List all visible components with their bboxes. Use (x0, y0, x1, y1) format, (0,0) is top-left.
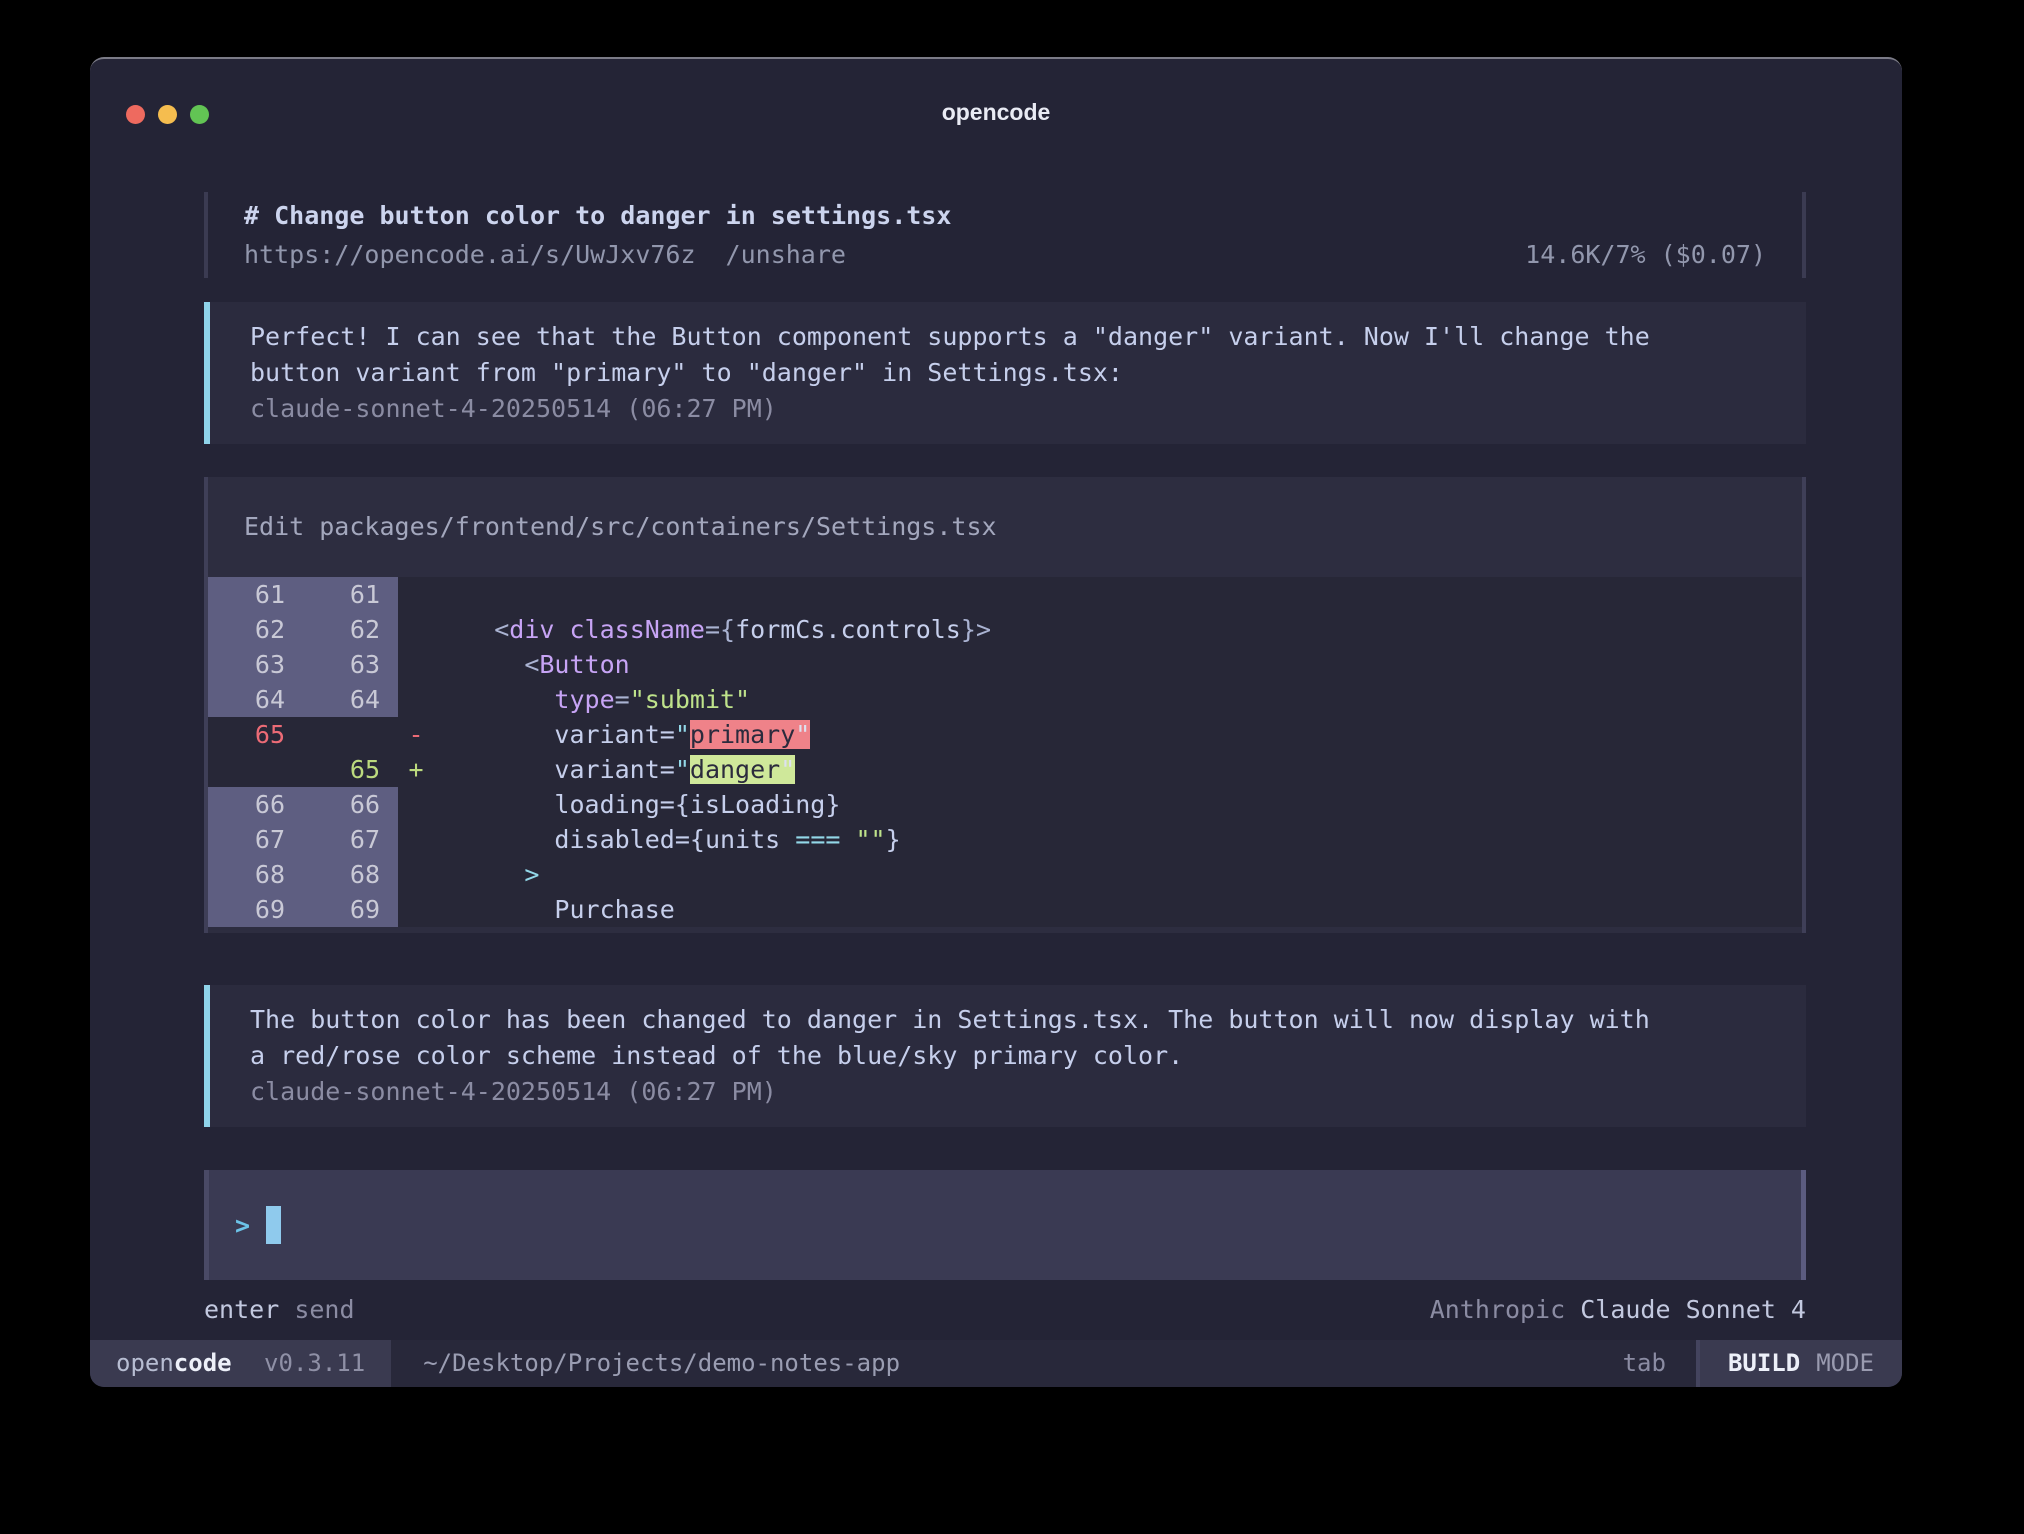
line-number-old: 69 (208, 892, 303, 927)
line-number-new: 62 (303, 612, 398, 647)
diff-gutter: 65 (208, 752, 398, 787)
prompt-symbol: > (235, 1211, 250, 1240)
diff-code-line: <div className={formCs.controls}> (434, 612, 1802, 647)
line-number-old: 68 (208, 857, 303, 892)
tab-key-hint: tab (1623, 1340, 1666, 1387)
line-number-new: 68 (303, 857, 398, 892)
diff-code-line: variant="primary" (434, 717, 1802, 752)
line-number-new: 65 (303, 752, 398, 787)
line-number-new: 63 (303, 647, 398, 682)
diff-row: 6666 loading={isLoading} (208, 787, 1802, 822)
diff-row: 6969 Purchase (208, 892, 1802, 927)
diff-code-line: type="submit" (434, 682, 1802, 717)
app-name: open (116, 1349, 174, 1377)
diff-gutter: 6767 (208, 822, 398, 857)
working-directory: ~/Desktop/Projects/demo-notes-app (423, 1340, 900, 1387)
token-usage: 14.6K/7% ($0.07) (1525, 236, 1766, 274)
model-label: Claude Sonnet 4 (1580, 1295, 1806, 1324)
diff-gutter: 6262 (208, 612, 398, 647)
diff-marker (398, 612, 434, 647)
diff-row: 6363 <Button (208, 647, 1802, 682)
enter-key-hint: enter (204, 1295, 279, 1324)
app-version-chip: opencode v0.3.11 (90, 1340, 391, 1387)
line-number-old: 62 (208, 612, 303, 647)
line-number-old: 65 (208, 717, 303, 752)
diff-code-line: Purchase (434, 892, 1802, 927)
diff-gutter: 65 (208, 717, 398, 752)
diff-code-line (434, 577, 1802, 612)
unshare-action[interactable]: /unshare (726, 236, 846, 274)
line-number-old: 67 (208, 822, 303, 857)
mode-suffix: MODE (1816, 1349, 1874, 1377)
diff-gutter: 6666 (208, 787, 398, 822)
app-name-bold: code (174, 1349, 232, 1377)
line-number-old: 61 (208, 577, 303, 612)
mode-indicator: BUILD MODE (1700, 1340, 1902, 1387)
diff-marker (398, 892, 434, 927)
diff-code-line: disabled={units === ""} (434, 822, 1802, 857)
share-url-link[interactable]: https://opencode.ai/s/UwJxv76z (244, 236, 696, 274)
diff-marker: + (398, 752, 434, 787)
diff-gutter: 6363 (208, 647, 398, 682)
assistant-message: The button color has been changed to dan… (204, 985, 1806, 1127)
prompt-input[interactable]: > (204, 1170, 1806, 1280)
diff-row: 6262 <div className={formCs.controls}> (208, 612, 1802, 647)
message-text: button variant from "primary" to "danger… (250, 355, 1786, 391)
diff-code-line: loading={isLoading} (434, 787, 1802, 822)
diff-row: 65 - variant="primary" (208, 717, 1802, 752)
line-number-new (303, 717, 398, 752)
line-number-new: 67 (303, 822, 398, 857)
diff-row: 6868 > (208, 857, 1802, 892)
message-meta: claude-sonnet-4-20250514 (06:27 PM) (250, 391, 1786, 427)
diff-row: 6161 (208, 577, 1802, 612)
assistant-message: Perfect! I can see that the Button compo… (204, 302, 1806, 444)
session-title: # Change button color to danger in setti… (244, 201, 951, 230)
line-number-new: 69 (303, 892, 398, 927)
message-meta: claude-sonnet-4-20250514 (06:27 PM) (250, 1074, 1786, 1110)
terminal-window: opencode # Change button color to danger… (90, 57, 1902, 1387)
diff-gutter: 6969 (208, 892, 398, 927)
titlebar: opencode (90, 59, 1902, 164)
diff-gutter: 6868 (208, 857, 398, 892)
diff-row: 6464 type="submit" (208, 682, 1802, 717)
input-hints: enter send Anthropic Claude Sonnet 4 (204, 1295, 1806, 1325)
line-number-old: 66 (208, 787, 303, 822)
diff-row: 65+ variant="danger" (208, 752, 1802, 787)
mode-name: BUILD (1728, 1349, 1800, 1377)
diff-gutter: 6464 (208, 682, 398, 717)
diff-marker (398, 577, 434, 612)
provider-label: Anthropic (1430, 1295, 1565, 1324)
message-text: Perfect! I can see that the Button compo… (250, 319, 1786, 355)
diff-view: 61616262 <div className={formCs.controls… (208, 577, 1802, 927)
edit-tool-call: Edit packages/frontend/src/containers/Se… (204, 477, 1806, 933)
session-content: # Change button color to danger in setti… (90, 192, 1902, 1325)
diff-marker: - (398, 717, 434, 752)
line-number-new: 61 (303, 577, 398, 612)
diff-marker (398, 822, 434, 857)
status-bar: opencode v0.3.11 ~/Desktop/Projects/demo… (90, 1340, 1902, 1387)
tool-title: Edit packages/frontend/src/containers/Se… (208, 477, 1802, 577)
diff-marker (398, 787, 434, 822)
app-version: v0.3.11 (264, 1349, 365, 1377)
line-number-old: 63 (208, 647, 303, 682)
diff-row: 6767 disabled={units === ""} (208, 822, 1802, 857)
message-text: a red/rose color scheme instead of the b… (250, 1038, 1786, 1074)
diff-marker (398, 682, 434, 717)
session-header: # Change button color to danger in setti… (204, 192, 1806, 278)
message-text: The button color has been changed to dan… (250, 1002, 1786, 1038)
line-number-old (208, 752, 303, 787)
diff-marker (398, 647, 434, 682)
line-number-old: 64 (208, 682, 303, 717)
diff-marker (398, 857, 434, 892)
diff-gutter: 6161 (208, 577, 398, 612)
diff-code-line: <Button (434, 647, 1802, 682)
window-title: opencode (90, 99, 1902, 126)
send-hint-label: send (294, 1295, 354, 1324)
diff-code-line: > (434, 857, 1802, 892)
diff-code-line: variant="danger" (434, 752, 1802, 787)
line-number-new: 66 (303, 787, 398, 822)
text-cursor (266, 1206, 281, 1244)
line-number-new: 64 (303, 682, 398, 717)
